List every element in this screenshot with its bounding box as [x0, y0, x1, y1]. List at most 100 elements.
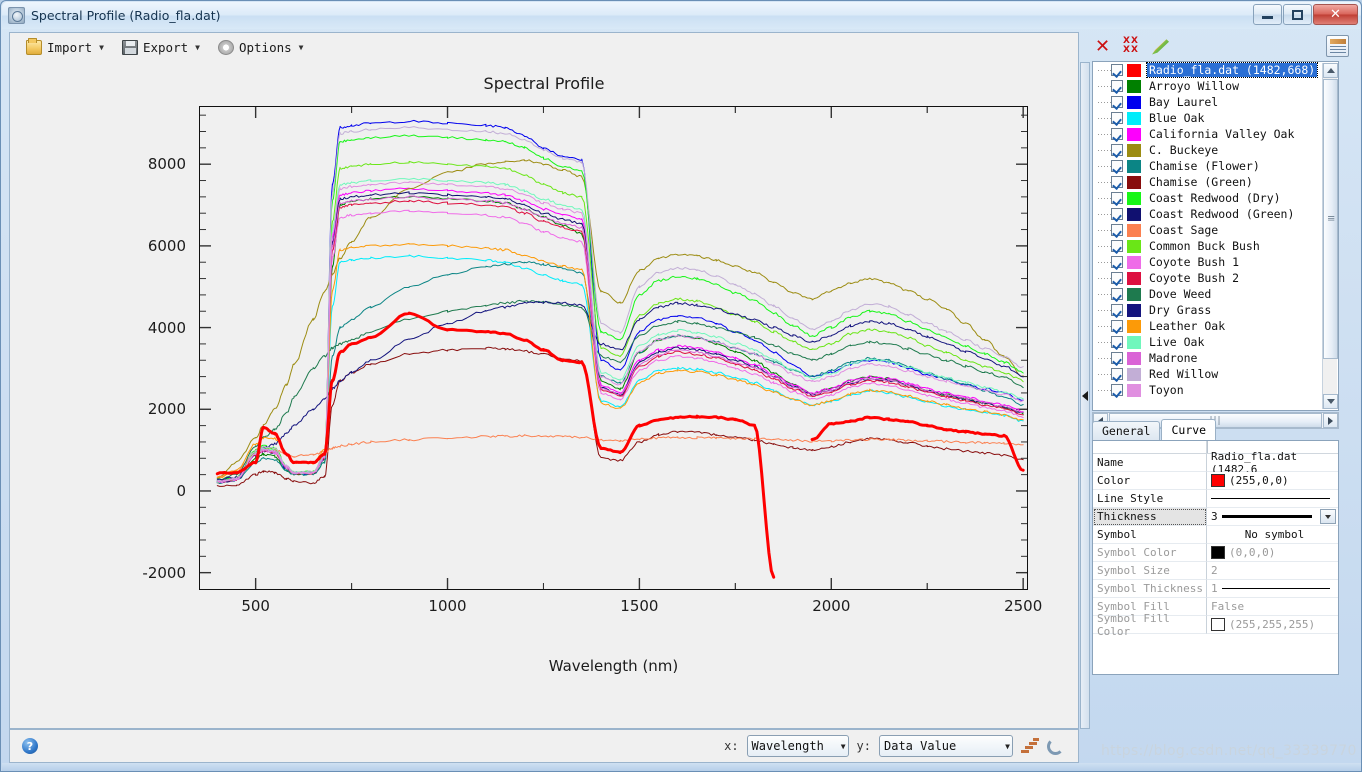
curve-arroyo-willow[interactable]	[216, 195, 1024, 482]
y-axis-select[interactable]: Data Value ▼	[879, 735, 1013, 757]
panel-collapse-handle[interactable]	[1080, 62, 1090, 729]
show-list-button[interactable]	[1326, 35, 1349, 57]
plot-area[interactable]	[199, 106, 1028, 590]
curve-visibility-checkbox[interactable]	[1111, 320, 1123, 332]
curve-visibility-checkbox[interactable]	[1111, 224, 1123, 236]
list-item[interactable]: Common Buck Bush	[1093, 238, 1338, 254]
curve-visibility-checkbox[interactable]	[1111, 208, 1123, 220]
color-swatch[interactable]	[1211, 546, 1225, 559]
line-style-preview[interactable]	[1211, 498, 1330, 499]
list-item[interactable]: Red Willow	[1093, 366, 1338, 382]
chevron-down-icon[interactable]	[1320, 509, 1336, 524]
curve-chamise-flower[interactable]	[216, 261, 1024, 484]
property-row[interactable]: Symbol Thickness 1	[1093, 580, 1338, 598]
scroll-down-button[interactable]	[1323, 394, 1338, 409]
curve-color-swatch[interactable]	[1127, 367, 1141, 381]
tab-general[interactable]: General	[1092, 421, 1161, 440]
edit-curve-button[interactable]	[1151, 37, 1171, 57]
list-item[interactable]: Dove Weed	[1093, 286, 1338, 302]
color-swatch[interactable]	[1211, 618, 1225, 631]
list-item[interactable]: Toyon	[1093, 382, 1338, 398]
curve-visibility-checkbox[interactable]	[1111, 160, 1123, 172]
property-row[interactable]: Symbol No symbol	[1093, 526, 1338, 544]
curve-chamise-green[interactable]	[216, 346, 1024, 487]
property-value-cell[interactable]: No symbol	[1207, 526, 1338, 544]
curve-list[interactable]: Radio_fla.dat (1482,668) Arroyo Willow Bay…	[1092, 61, 1339, 411]
curve-visibility-checkbox[interactable]	[1111, 272, 1123, 284]
curve-visibility-checkbox[interactable]	[1111, 384, 1123, 396]
list-item[interactable]: Blue Oak	[1093, 110, 1338, 126]
curve-coast-sage[interactable]	[216, 434, 1024, 478]
tab-curve[interactable]: Curve	[1161, 419, 1217, 440]
curve-color-swatch[interactable]	[1127, 319, 1141, 333]
curve-color-swatch[interactable]	[1127, 127, 1141, 141]
curve-visibility-checkbox[interactable]	[1111, 352, 1123, 364]
property-value-cell[interactable]: 2	[1207, 562, 1338, 580]
curve-visibility-checkbox[interactable]	[1111, 256, 1123, 268]
curve-color-swatch[interactable]	[1127, 111, 1141, 125]
list-item[interactable]: C. Buckeye	[1093, 142, 1338, 158]
property-value-cell[interactable]: False	[1207, 598, 1338, 616]
property-row[interactable]: Symbol Fill Color (255,255,255)	[1093, 612, 1338, 638]
curve-visibility-checkbox[interactable]	[1111, 176, 1123, 188]
curve-color-swatch[interactable]	[1127, 287, 1141, 301]
refresh-icon[interactable]	[1047, 737, 1064, 755]
curve-color-swatch[interactable]	[1127, 143, 1141, 157]
curve-color-swatch[interactable]	[1127, 175, 1141, 189]
x-axis-select[interactable]: Wavelength ▼	[746, 735, 849, 757]
export-button[interactable]: Export ▼	[114, 37, 208, 59]
maximize-button[interactable]	[1283, 4, 1312, 25]
curve-color-swatch[interactable]	[1127, 255, 1141, 269]
stairs-plot-icon[interactable]	[1021, 737, 1039, 755]
list-item[interactable]: Chamise (Green)	[1093, 174, 1338, 190]
curve-madrone[interactable]	[216, 195, 1024, 483]
curve-color-swatch[interactable]	[1127, 95, 1141, 109]
curve-color-swatch[interactable]	[1127, 239, 1141, 253]
list-item[interactable]: Coyote Bush 1	[1093, 254, 1338, 270]
curve-visibility-checkbox[interactable]	[1111, 304, 1123, 316]
property-row[interactable]: Symbol Size 2	[1093, 562, 1338, 580]
delete-curve-button[interactable]: ✕	[1095, 36, 1115, 57]
list-item[interactable]: Arroyo Willow	[1093, 78, 1338, 94]
list-item[interactable]: California Valley Oak	[1093, 126, 1338, 142]
import-button[interactable]: Import ▼	[18, 37, 112, 59]
list-item[interactable]: Coast Redwood (Dry)	[1093, 190, 1338, 206]
curve-color-swatch[interactable]	[1127, 383, 1141, 397]
curve-color-swatch[interactable]	[1127, 207, 1141, 221]
curve-color-swatch[interactable]	[1127, 271, 1141, 285]
curve-color-swatch[interactable]	[1127, 191, 1141, 205]
list-item[interactable]: Dry Grass	[1093, 302, 1338, 318]
list-item[interactable]: Coast Sage	[1093, 222, 1338, 238]
property-value-cell[interactable]: 3	[1207, 508, 1338, 526]
property-value-cell[interactable]: Radio_fla.dat (1482,6	[1207, 450, 1338, 476]
curve-color-swatch[interactable]	[1127, 351, 1141, 365]
curve-visibility-checkbox[interactable]	[1111, 112, 1123, 124]
property-value-cell[interactable]: (255,0,0)	[1207, 472, 1338, 490]
property-row[interactable]: Color (255,0,0)	[1093, 472, 1338, 490]
curve-visibility-checkbox[interactable]	[1111, 64, 1123, 76]
property-row[interactable]: Symbol Color (0,0,0)	[1093, 544, 1338, 562]
list-item[interactable]: Leather Oak	[1093, 318, 1338, 334]
property-value-cell[interactable]: (255,255,255)	[1207, 616, 1338, 634]
scroll-up-button[interactable]	[1323, 63, 1338, 78]
property-value-cell[interactable]	[1207, 490, 1338, 508]
list-item[interactable]: Live Oak	[1093, 334, 1338, 350]
curve-radio-fla-dat-1482-668[interactable]	[215, 311, 1025, 579]
list-item[interactable]: Chamise (Flower)	[1093, 158, 1338, 174]
curve-visibility-checkbox[interactable]	[1111, 288, 1123, 300]
property-value-cell[interactable]: (0,0,0)	[1207, 544, 1338, 562]
property-row[interactable]: Name Radio_fla.dat (1482,6	[1093, 450, 1338, 476]
curve-color-swatch[interactable]	[1127, 79, 1141, 93]
color-swatch[interactable]	[1211, 474, 1225, 487]
curve-coast-redwood-green[interactable]	[216, 191, 1024, 483]
curve-color-swatch[interactable]	[1127, 159, 1141, 173]
curve-visibility-checkbox[interactable]	[1111, 240, 1123, 252]
property-value-cell[interactable]: 1	[1207, 580, 1338, 598]
curve-visibility-checkbox[interactable]	[1111, 144, 1123, 156]
minimize-button[interactable]	[1253, 4, 1282, 25]
curve-visibility-checkbox[interactable]	[1111, 368, 1123, 380]
curve-visibility-checkbox[interactable]	[1111, 128, 1123, 140]
close-button[interactable]: ✕	[1313, 4, 1358, 25]
curve-color-swatch[interactable]	[1127, 223, 1141, 237]
property-row[interactable]: Line Style	[1093, 490, 1338, 508]
